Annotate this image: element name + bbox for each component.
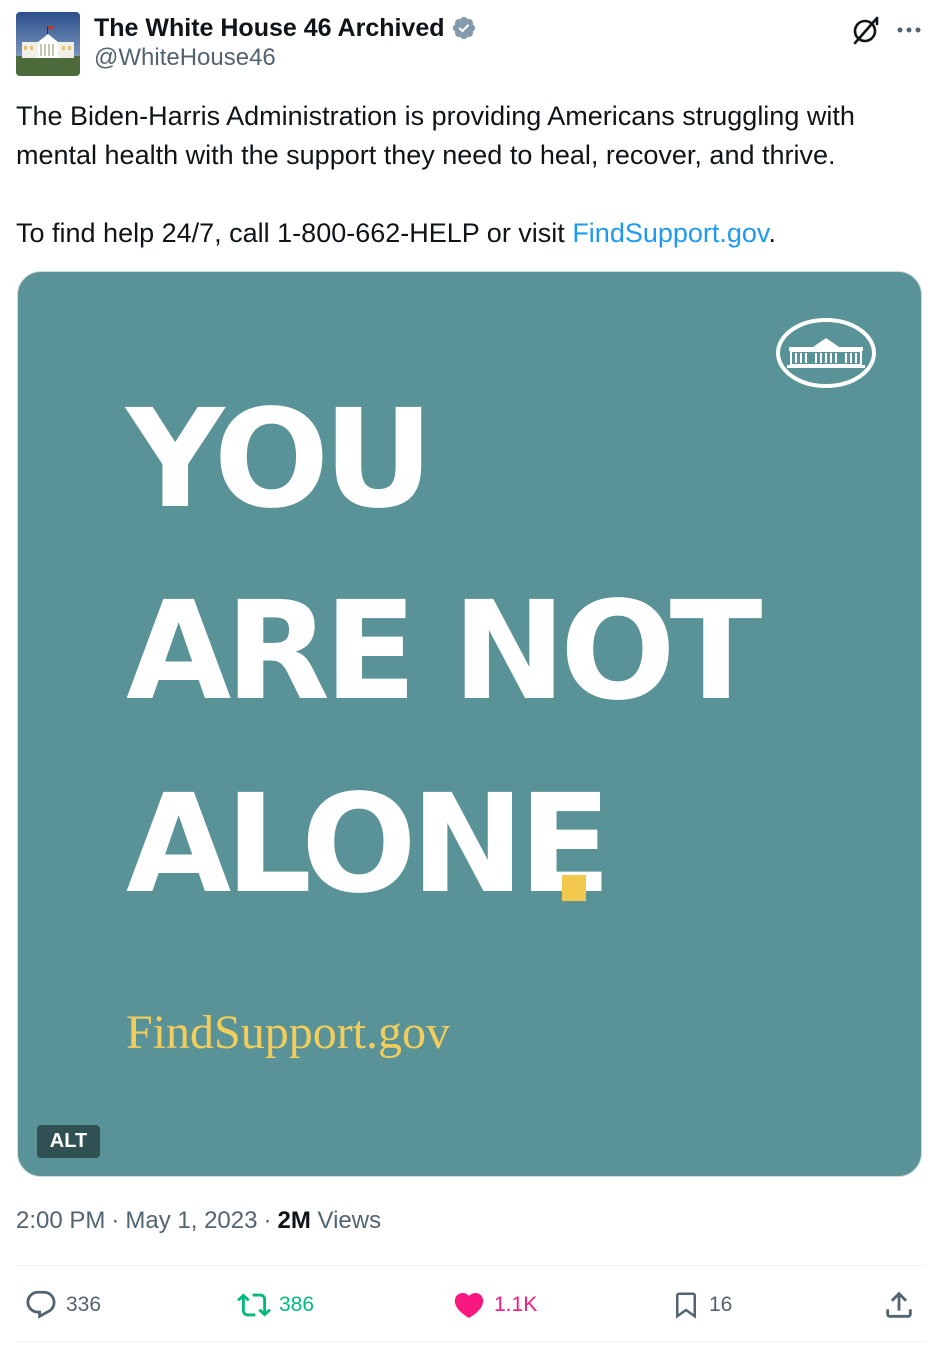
headline-line-3: ALONE (126, 766, 611, 924)
tweet-detail: The White House 46 Archived @WhiteHouse4… (0, 0, 946, 1348)
tweet-meta: 2:00 PM · May 1, 2023 · 2M Views (16, 1207, 381, 1235)
like-button[interactable]: 1.1K (452, 1285, 537, 1325)
more-options-icon[interactable] (892, 14, 926, 46)
author-name-row: The White House 46 Archived (94, 12, 477, 44)
tweet-text-prefix: To find help 24/7, call 1-800-662-HELP o… (16, 218, 573, 248)
retweet-icon (237, 1293, 271, 1317)
retweet-button[interactable]: 386 (237, 1285, 314, 1325)
tweet-text-paragraph-2: To find help 24/7, call 1-800-662-HELP o… (16, 214, 926, 253)
retweet-count: 386 (279, 1293, 315, 1316)
reply-button[interactable]: 336 (24, 1285, 101, 1325)
tweet-time[interactable]: 2:00 PM (16, 1207, 105, 1235)
white-house-photo-icon (16, 12, 80, 76)
share-icon (886, 1291, 912, 1318)
bookmark-icon (676, 1292, 696, 1319)
meta-separator: · (263, 1207, 272, 1234)
verified-badge-icon[interactable] (451, 15, 477, 41)
bookmark-button[interactable]: 16 (671, 1285, 732, 1325)
media-url-text: FindSupport.gov (126, 1006, 451, 1059)
grok-icon[interactable] (850, 14, 882, 46)
headline-line-1: YOU (126, 381, 434, 539)
alt-text-badge[interactable]: ALT (37, 1125, 100, 1158)
author-handle[interactable]: @WhiteHouse46 (94, 44, 276, 72)
reply-count: 336 (66, 1293, 102, 1316)
yellow-period-accent (562, 875, 586, 901)
heart-icon (454, 1292, 484, 1318)
tweet-media-image[interactable]: YOU ARE NOT ALONE FindSupport.gov ALT (17, 271, 922, 1177)
divider (16, 1265, 926, 1266)
reply-icon (26, 1290, 56, 1319)
tweet-date[interactable]: May 1, 2023 (125, 1207, 257, 1235)
avatar[interactable] (16, 12, 80, 76)
like-count: 1.1K (494, 1293, 538, 1316)
headline-line-2: ARE NOT (126, 573, 762, 731)
divider (16, 1341, 926, 1342)
views-label: Views (317, 1207, 382, 1234)
share-button[interactable] (882, 1285, 916, 1325)
tweet-text-paragraph-1: The Biden-Harris Administration is provi… (16, 101, 855, 170)
views-count: 2M (277, 1207, 311, 1234)
display-name[interactable]: The White House 46 Archived (94, 14, 445, 43)
tweet-text-suffix: . (768, 218, 776, 248)
white-house-logo-icon (776, 318, 876, 388)
meta-separator: · (111, 1207, 120, 1234)
bookmark-count: 16 (709, 1293, 733, 1316)
tweet-text: The Biden-Harris Administration is provi… (16, 97, 926, 253)
views[interactable]: 2M Views (277, 1207, 381, 1235)
findsupport-link[interactable]: FindSupport.gov (572, 218, 768, 248)
